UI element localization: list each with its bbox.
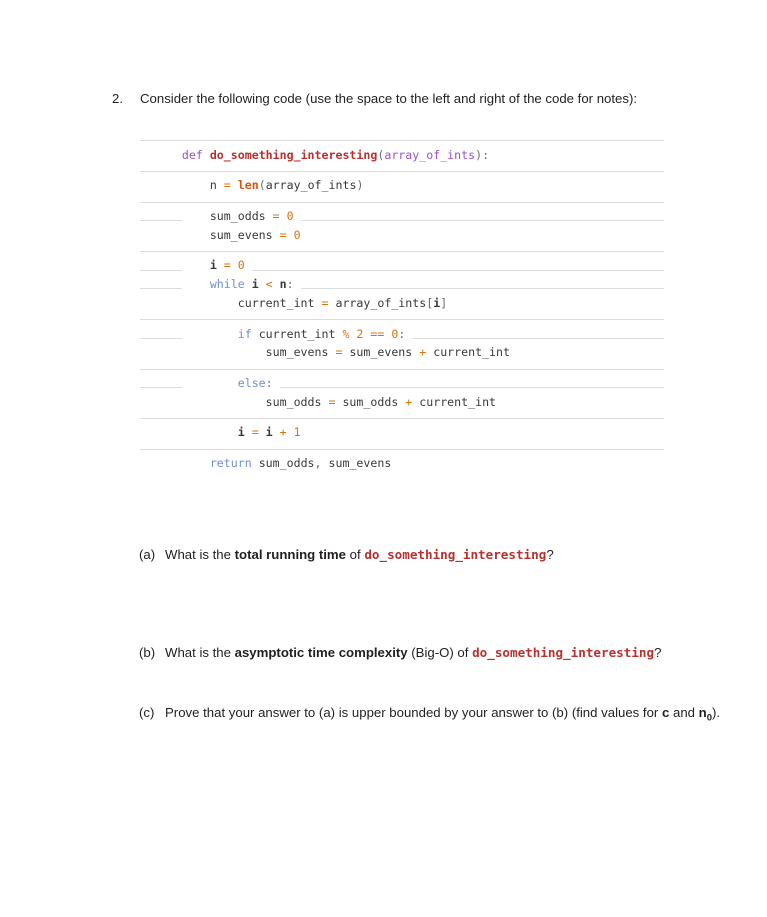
code-line-text: def do_something_interesting(array_of_in… <box>181 145 497 165</box>
note-rule <box>140 171 664 173</box>
subq-b-part3: ? <box>654 645 662 660</box>
code-line-text: current_int = array_of_ints[i] <box>181 293 455 313</box>
subquestion-c-text: Prove that your answer to (a) is upper b… <box>165 703 730 728</box>
question-number: 2. <box>112 91 123 106</box>
code-line-text: sum_evens = 0 <box>181 225 308 245</box>
code-line-text: sum_odds = 0 <box>181 207 301 226</box>
subq-c-bold-n: n0 <box>698 705 712 724</box>
code-line-text: i = i + 1 <box>181 423 308 442</box>
note-rule <box>140 368 664 370</box>
code-line-text: sum_evens = sum_evens + current_int <box>181 343 517 362</box>
note-rule <box>140 319 664 321</box>
subq-b-bold: asymptotic time complexity <box>234 645 408 660</box>
code-line-text: sum_odds = sum_odds + current_int <box>181 392 504 412</box>
subq-a-code-ref: do_something_interesting <box>364 547 547 562</box>
question-2: 2. Consider the following code (use the … <box>112 89 732 108</box>
subq-b-part1: What is the <box>165 645 235 660</box>
subq-a-part1: What is the <box>165 547 235 562</box>
subquestion-a-text: What is the total running time of do_som… <box>165 545 554 565</box>
code-line: def do_something_interesting(array_of_in… <box>140 127 664 165</box>
subquestion-a-label: (a) <box>139 547 156 562</box>
subq-a-bold: total running time <box>234 547 346 562</box>
subq-a-part2: of <box>346 547 365 562</box>
code-line-text: while i < n: <box>181 275 301 294</box>
note-rule <box>140 448 664 450</box>
subquestion-a: (a) What is the total running time of do… <box>139 545 739 565</box>
subq-a-part3: ? <box>546 547 554 562</box>
subq-c-part3: ). <box>712 705 721 720</box>
subquestion-b-label: (b) <box>139 645 156 660</box>
note-rule <box>140 251 664 253</box>
note-rule <box>140 140 664 142</box>
subq-b-code-ref: do_something_interesting <box>472 645 655 660</box>
subq-b-part2: (Big-O) of <box>407 645 473 660</box>
subquestion-c: (c) Prove that your answer to (a) is upp… <box>139 703 739 728</box>
code-listing: def do_something_interesting(array_of_in… <box>140 127 664 473</box>
worksheet-page: 2. Consider the following code (use the … <box>0 0 767 917</box>
code-line-text: if current_int % 2 == 0: <box>181 324 413 344</box>
code-line-text: n = len(array_of_ints) <box>181 176 371 196</box>
subq-c-part2: and <box>669 705 699 720</box>
subquestion-c-label: (c) <box>139 705 155 720</box>
subquestion-b-text: What is the asymptotic time complexity (… <box>165 643 661 663</box>
note-rule <box>140 417 664 419</box>
subq-c-part1: Prove that your answer to (a) is upper b… <box>165 705 662 720</box>
question-prompt: Consider the following code (use the spa… <box>140 91 638 106</box>
note-rule <box>140 201 664 203</box>
code-line-text: i = 0 <box>181 256 252 276</box>
subquestion-b: (b) What is the asymptotic time complexi… <box>139 643 739 663</box>
subq-c-n-base: n <box>698 705 707 720</box>
code-line-text: else: <box>181 373 280 393</box>
code-line-text: return sum_odds, sum_evens <box>181 453 399 473</box>
